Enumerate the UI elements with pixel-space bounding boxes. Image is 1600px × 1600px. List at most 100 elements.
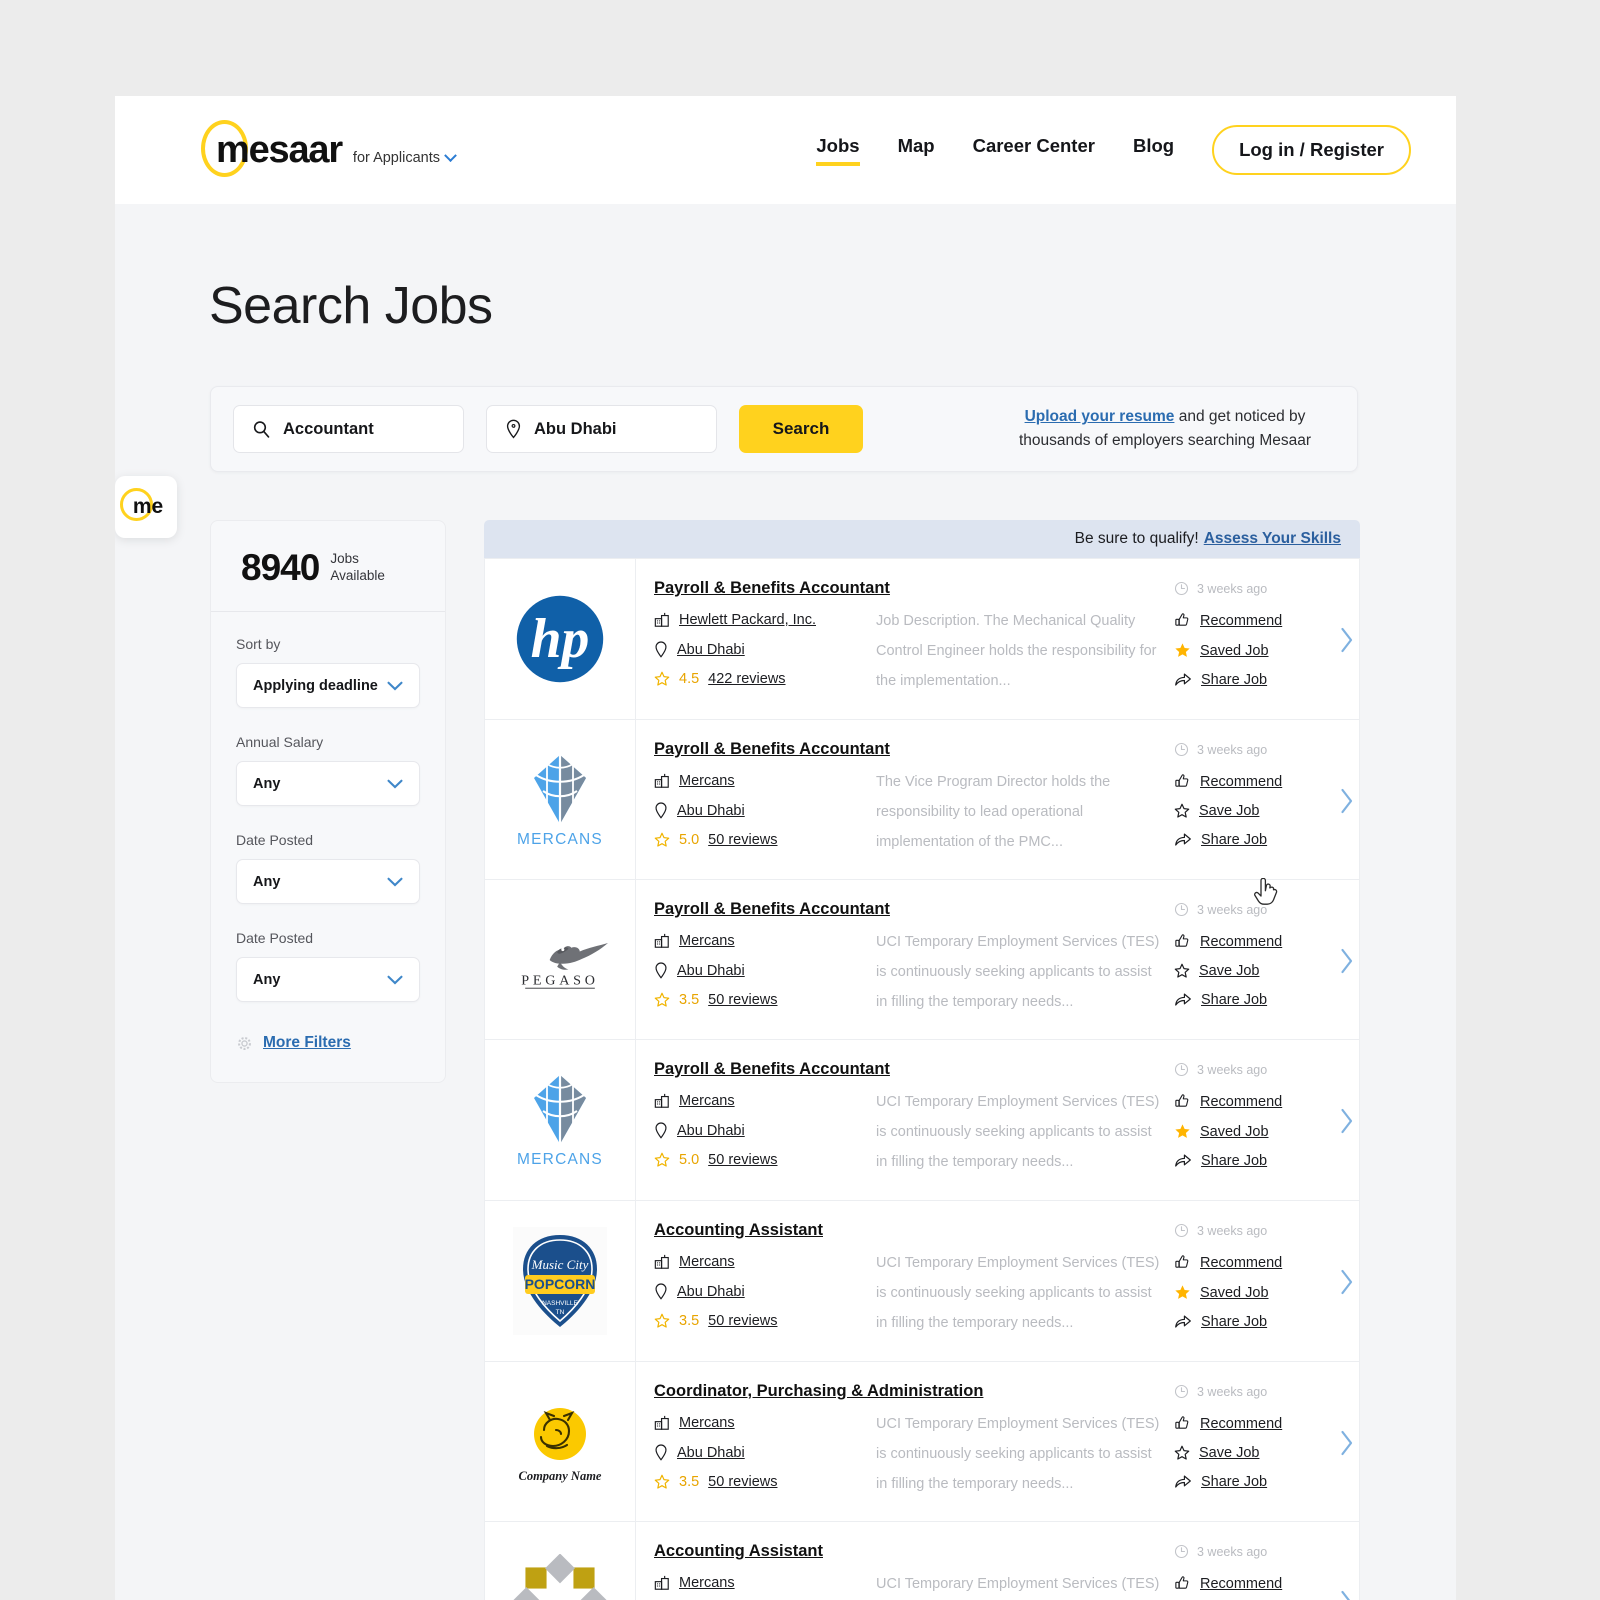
job-card[interactable]: Music City POPCORN NASHVILLE TN Accounti… (484, 1201, 1360, 1362)
svg-text:MERCANS: MERCANS (517, 831, 603, 848)
rating-row[interactable]: 5.0 50 reviews (654, 832, 876, 848)
company-row[interactable]: Mercans (654, 1575, 876, 1591)
expand-job-chevron[interactable] (1324, 1060, 1370, 1182)
job-card[interactable]: PEGASO Payroll & Benefits Accountant Mer… (484, 880, 1360, 1040)
filter-sort-by: Sort by Applying deadline (211, 612, 445, 708)
location-row[interactable]: Abu Dhabi (654, 1122, 876, 1139)
save-job-action[interactable]: Saved Job (1174, 1123, 1324, 1140)
nav-item-jobs[interactable]: Jobs (816, 135, 860, 166)
job-title-link[interactable]: Payroll & Benefits Accountant (654, 740, 890, 759)
keyword-search-input[interactable]: Accountant (233, 405, 464, 453)
recommend-label: Recommend (1200, 773, 1283, 790)
me-badge-mark: me (119, 488, 163, 521)
thumbs-up-icon (1175, 934, 1189, 947)
keyword-value: Accountant (283, 419, 374, 438)
job-info-column: Payroll & Benefits Accountant Mercans Ab… (654, 900, 890, 1021)
upload-resume-link[interactable]: Upload your resume (1025, 408, 1175, 425)
recommend-label: Recommend (1200, 933, 1283, 950)
company-row[interactable]: Hewlett Packard, Inc. (654, 612, 876, 628)
pegaso-logo-icon: PEGASO (521, 942, 608, 989)
chevron-right-icon (1341, 948, 1353, 973)
filter-label-date-posted-1: Date Posted (236, 832, 314, 848)
save-job-label: Saved Job (1200, 1284, 1269, 1301)
company-row[interactable]: Mercans (654, 1415, 876, 1431)
job-card[interactable]: Company Name Coordinator, Purchasing & A… (484, 1362, 1360, 1522)
job-card[interactable]: MERCANS Payroll & Benefits Accountant Me… (484, 1040, 1360, 1201)
location-search-input[interactable]: Abu Dhabi (486, 405, 717, 453)
location-row[interactable]: Abu Dhabi (654, 802, 876, 819)
location-row[interactable]: Abu Dhabi (654, 962, 876, 979)
assess-your-skills-link[interactable]: Assess Your Skills (1204, 530, 1341, 548)
me-badge-tab[interactable]: me (115, 476, 177, 538)
date-posted-select-1[interactable]: Any (236, 859, 420, 904)
posted-time-text: 3 weeks ago (1197, 742, 1268, 757)
rating-row[interactable]: 5.0 50 reviews (654, 1152, 876, 1168)
recommend-action[interactable]: Recommend (1174, 773, 1324, 790)
save-job-action[interactable]: Save Job (1174, 803, 1324, 819)
svg-text:Company Name: Company Name (519, 1469, 602, 1483)
job-card[interactable]: hp Payroll & Benefits Accountant Hewlett… (484, 558, 1360, 720)
expand-job-chevron[interactable] (1324, 1221, 1370, 1343)
job-title-link[interactable]: Payroll & Benefits Accountant (654, 1060, 890, 1079)
job-actions-column: 3 weeks ago Recommend Save Job Share Job (1174, 1542, 1324, 1600)
share-job-action[interactable]: Share Job (1174, 992, 1324, 1008)
posted-time: 3 weeks ago (1174, 742, 1324, 757)
logo-subtitle[interactable]: for Applicants (353, 148, 457, 166)
location-row[interactable]: Abu Dhabi (654, 641, 876, 658)
save-job-action[interactable]: Save Job (1174, 963, 1324, 979)
share-job-action[interactable]: Share Job (1174, 1314, 1324, 1330)
more-filters-link[interactable]: More Filters (263, 1034, 351, 1052)
nav-item-career-center[interactable]: Career Center (973, 135, 1095, 166)
expand-job-chevron[interactable] (1324, 900, 1370, 1021)
company-row[interactable]: Mercans (654, 933, 876, 949)
chevron-down-icon (387, 681, 403, 690)
recommend-action[interactable]: Recommend (1174, 1415, 1324, 1432)
expand-job-chevron[interactable] (1324, 1542, 1370, 1600)
rating-row[interactable]: 3.5 50 reviews (654, 1313, 876, 1329)
brand-logo[interactable]: mesaar for Applicants (201, 120, 457, 177)
recommend-action[interactable]: Recommend (1174, 1093, 1324, 1110)
job-title-link[interactable]: Payroll & Benefits Accountant (654, 579, 890, 598)
recommend-action[interactable]: Recommend (1174, 612, 1324, 629)
job-actions-column: 3 weeks ago Recommend Save Job Share Job (1174, 740, 1324, 861)
company-row[interactable]: Mercans (654, 1093, 876, 1109)
recommend-action[interactable]: Recommend (1174, 1254, 1324, 1271)
save-job-action[interactable]: Save Job (1174, 1445, 1324, 1461)
expand-job-chevron[interactable] (1324, 1382, 1370, 1503)
job-title-link[interactable]: Payroll & Benefits Accountant (654, 900, 890, 919)
job-card[interactable]: Accounting Assistant Mercans Abu Dhabi 3… (484, 1522, 1360, 1600)
nav-item-map[interactable]: Map (898, 135, 935, 166)
chevron-right-icon (1341, 788, 1353, 813)
expand-job-chevron[interactable] (1324, 740, 1370, 861)
share-job-action[interactable]: Share Job (1174, 672, 1324, 688)
save-job-action[interactable]: Saved Job (1174, 1284, 1324, 1301)
save-job-action[interactable]: Saved Job (1174, 642, 1324, 659)
star-outline-icon (654, 1313, 670, 1328)
recommend-action[interactable]: Recommend (1174, 1575, 1324, 1592)
share-job-action[interactable]: Share Job (1174, 1153, 1324, 1169)
location-row[interactable]: Abu Dhabi (654, 1283, 876, 1300)
annual-salary-select[interactable]: Any (236, 761, 420, 806)
job-location: Abu Dhabi (677, 1444, 745, 1461)
company-row[interactable]: Mercans (654, 773, 876, 789)
share-job-action[interactable]: Share Job (1174, 832, 1324, 848)
login-register-button[interactable]: Log in / Register (1212, 125, 1411, 175)
company-row[interactable]: Mercans (654, 1254, 876, 1270)
job-title-link[interactable]: Accounting Assistant (654, 1542, 823, 1561)
job-title-link[interactable]: Accounting Assistant (654, 1221, 823, 1240)
rating-row[interactable]: 4.5 422 reviews (654, 671, 876, 687)
nav-item-blog[interactable]: Blog (1133, 135, 1174, 166)
rating-row[interactable]: 3.5 50 reviews (654, 992, 876, 1008)
job-card[interactable]: MERCANS Payroll & Benefits Accountant Me… (484, 720, 1360, 880)
search-button[interactable]: Search (739, 405, 863, 453)
more-filters-row[interactable]: More Filters (211, 1028, 445, 1082)
share-job-action[interactable]: Share Job (1174, 1474, 1324, 1490)
share-job-label: Share Job (1201, 1314, 1268, 1330)
date-posted-select-2[interactable]: Any (236, 957, 420, 1002)
expand-job-chevron[interactable] (1324, 579, 1370, 701)
location-pin-icon (655, 1283, 667, 1300)
rating-row[interactable]: 3.5 50 reviews (654, 1474, 876, 1490)
sort-by-select[interactable]: Applying deadline (236, 663, 420, 708)
location-row[interactable]: Abu Dhabi (654, 1444, 876, 1461)
recommend-action[interactable]: Recommend (1174, 933, 1324, 950)
